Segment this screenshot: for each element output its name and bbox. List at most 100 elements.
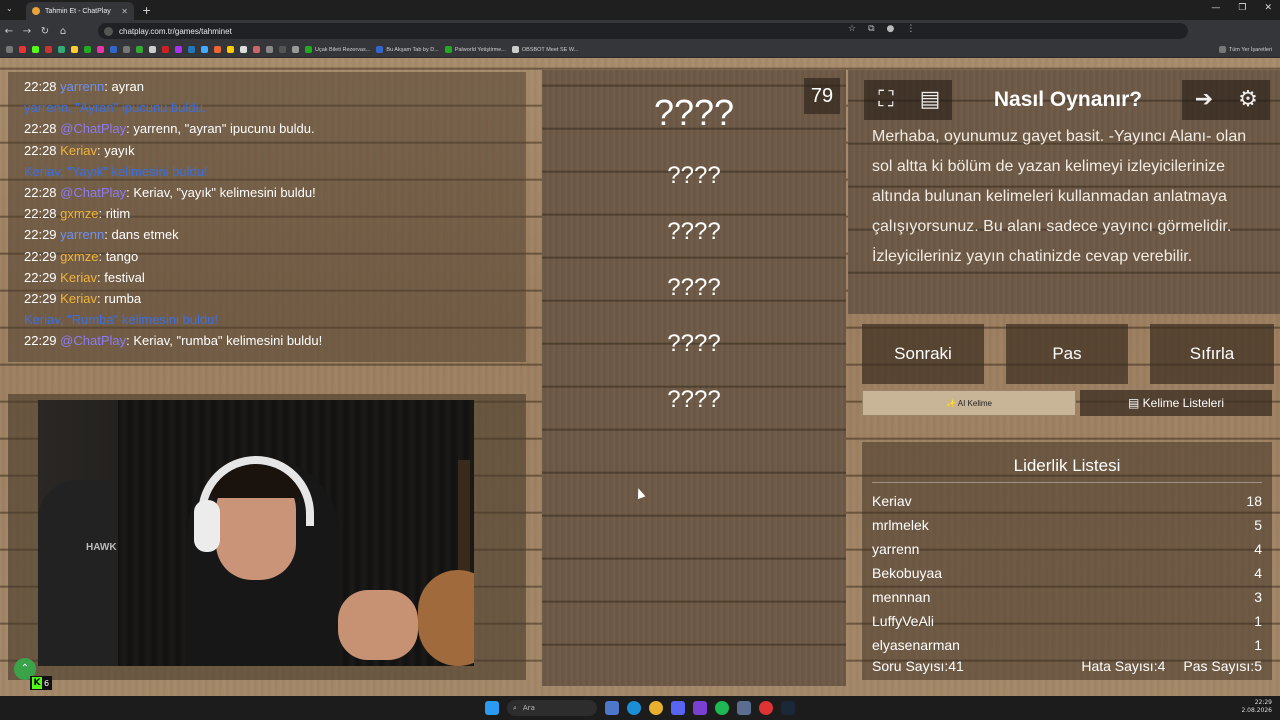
bookmark-icon[interactable] — [292, 46, 299, 53]
main-word: ???? — [653, 92, 735, 133]
bookmark-icon[interactable] — [266, 46, 273, 53]
chat-username[interactable]: gxmze — [60, 249, 98, 264]
bookmark-icon[interactable] — [214, 46, 221, 53]
bookmark-icon[interactable] — [162, 46, 169, 53]
taskbar-search-label: Ara — [522, 704, 535, 712]
chat-username[interactable]: gxmze — [60, 206, 98, 221]
error-count-label: Hata Sayısı: — [1081, 658, 1158, 674]
chat-text: : rumba — [97, 291, 142, 307]
search-icon: ⌕ — [513, 703, 517, 712]
pass-count-label: Pas Sayısı: — [1183, 658, 1255, 674]
bookmark-icon[interactable] — [227, 46, 234, 53]
bookmark-item[interactable]: OBSBOT Meet SE W... — [511, 46, 578, 53]
tab-ai-word[interactable]: ✨ AI Kelime — [862, 390, 1076, 416]
system-clock[interactable]: 22:29 2.08.2026 — [1241, 699, 1272, 715]
bookmark-icon[interactable] — [58, 46, 65, 53]
apps-icon[interactable] — [6, 46, 13, 53]
bookmark-item[interactable]: Bu Akşam Tab by D... — [376, 46, 439, 53]
obs-icon[interactable] — [759, 701, 773, 715]
reset-button[interactable]: Sıfırla — [1150, 324, 1274, 384]
bookmark-icon[interactable] — [110, 46, 117, 53]
home-icon[interactable]: ⌂ — [54, 26, 72, 37]
bookmark-icon[interactable] — [149, 46, 156, 53]
chat-time: 22:28 — [24, 142, 57, 158]
taskbar-search[interactable]: ⌕ Ara — [507, 700, 597, 716]
bookmark-icon[interactable] — [175, 46, 182, 53]
discord-icon[interactable] — [671, 701, 685, 715]
close-tab-icon[interactable]: ✕ — [121, 7, 128, 16]
bookmark-icon[interactable] — [253, 46, 260, 53]
next-button[interactable]: Sonraki — [862, 324, 984, 384]
bookmark-icon[interactable] — [84, 46, 91, 53]
chat-time: 22:28 — [24, 121, 57, 137]
player-name: mrlmelek — [872, 517, 929, 533]
bookmark-icon[interactable] — [45, 46, 52, 53]
forbidden-word: ???? — [667, 386, 721, 413]
leaderboard-title: Liderlik Listesi — [872, 456, 1262, 483]
bookmark-icon[interactable] — [123, 46, 130, 53]
twitch-icon[interactable] — [693, 701, 707, 715]
settings-gear-icon[interactable]: ⚙ — [1226, 80, 1270, 120]
bookmark-item[interactable]: Uçak Bileti Rezervas... — [305, 46, 370, 53]
logout-icon[interactable]: ➔ — [1182, 80, 1226, 120]
reload-icon[interactable]: ↻ — [36, 26, 54, 37]
list-icon: ▤ — [1127, 396, 1143, 410]
chat-message: 22:28 gxmze: ritim — [24, 203, 510, 224]
streamer-hand — [338, 590, 418, 660]
taskbar: ⌕ Ara 22:29 2.08.2026 — [0, 696, 1280, 720]
chat-username[interactable]: @ChatPlay — [60, 185, 126, 200]
bookmark-icon[interactable] — [201, 46, 208, 53]
how-to-play-title: Nasıl Oynanır? — [993, 88, 1143, 111]
bookmark-icon[interactable] — [188, 46, 195, 53]
url-text: chatplay.com.tr/games/tahminet — [119, 26, 232, 36]
all-bookmarks[interactable]: Tüm Yer İşaretleri — [1218, 46, 1272, 53]
windows-start-icon[interactable] — [485, 701, 499, 715]
pass-count: Pas Sayısı:5 — [1183, 658, 1262, 674]
fullscreen-icon[interactable]: ⛶ — [864, 80, 908, 120]
bookmark-item[interactable]: Palworld Yetiştirme... — [444, 46, 506, 53]
chat-username[interactable]: Keriav — [60, 270, 97, 285]
task-view-icon[interactable] — [605, 701, 619, 715]
browser-tab[interactable]: Tahmin Et - ChatPlay ✕ — [26, 2, 134, 20]
bookmark-icon[interactable] — [19, 46, 26, 53]
chat-username[interactable]: Keriav — [60, 143, 97, 158]
forbidden-word: ???? — [667, 162, 721, 189]
maximize-icon[interactable]: ❐ — [1238, 3, 1246, 13]
chat-username[interactable]: Keriav — [60, 291, 97, 306]
chat-username[interactable]: @ChatPlay — [60, 121, 126, 136]
chat-message: 22:29 yarrenn: dans etmek — [24, 224, 510, 245]
bookmark-icon[interactable] — [32, 46, 39, 53]
edge-icon[interactable] — [627, 701, 641, 715]
chat-username[interactable]: yarrenn — [60, 227, 104, 242]
bookmark-icon[interactable] — [97, 46, 104, 53]
spotify-icon[interactable] — [715, 701, 729, 715]
minimize-icon[interactable]: — — [1211, 3, 1220, 13]
back-icon[interactable]: ← — [0, 26, 18, 37]
tab-word-lists[interactable]: ▤ Kelime Listeleri — [1080, 390, 1272, 416]
bookmark-icon[interactable] — [279, 46, 286, 53]
bookmark-icon[interactable] — [71, 46, 78, 53]
bookmark-icon[interactable] — [136, 46, 143, 53]
all-bookmarks-label: Tüm Yer İşaretleri — [1228, 46, 1272, 53]
app-icon[interactable] — [737, 701, 751, 715]
chat-time: 22:28 — [24, 79, 57, 94]
bookmark-icon[interactable] — [240, 46, 247, 53]
leaderboard-row: mennnan 3 — [862, 585, 1272, 609]
forward-icon[interactable]: → — [18, 26, 36, 37]
game-page: 22:28 yarrenn: ayran yarrenn, "Ayran" ipu… — [0, 58, 1280, 696]
chat-message: 22:28 Keriav: yayık — [24, 140, 510, 161]
site-info-icon[interactable] — [104, 26, 113, 36]
steam-icon[interactable] — [781, 701, 795, 715]
chat-username[interactable]: @ChatPlay — [60, 333, 126, 348]
rules-icon[interactable]: ▤ — [908, 80, 952, 120]
new-tab-icon[interactable]: + — [142, 4, 151, 17]
tab-search-icon[interactable]: ⌄ — [6, 4, 13, 13]
tab-word-lists-label: Kelime Listeleri — [1142, 396, 1225, 410]
close-window-icon[interactable]: ✕ — [1264, 3, 1272, 13]
system-message-text: yarrenn, "Ayran" ipucunu buldu. — [24, 100, 207, 116]
chrome-icon[interactable] — [649, 701, 663, 715]
window-controls: — ❐ ✕ — [1211, 3, 1272, 13]
chat-text: : ritim — [98, 206, 131, 222]
pass-button[interactable]: Pas — [1006, 324, 1128, 384]
chat-username[interactable]: yarrenn — [60, 79, 104, 94]
